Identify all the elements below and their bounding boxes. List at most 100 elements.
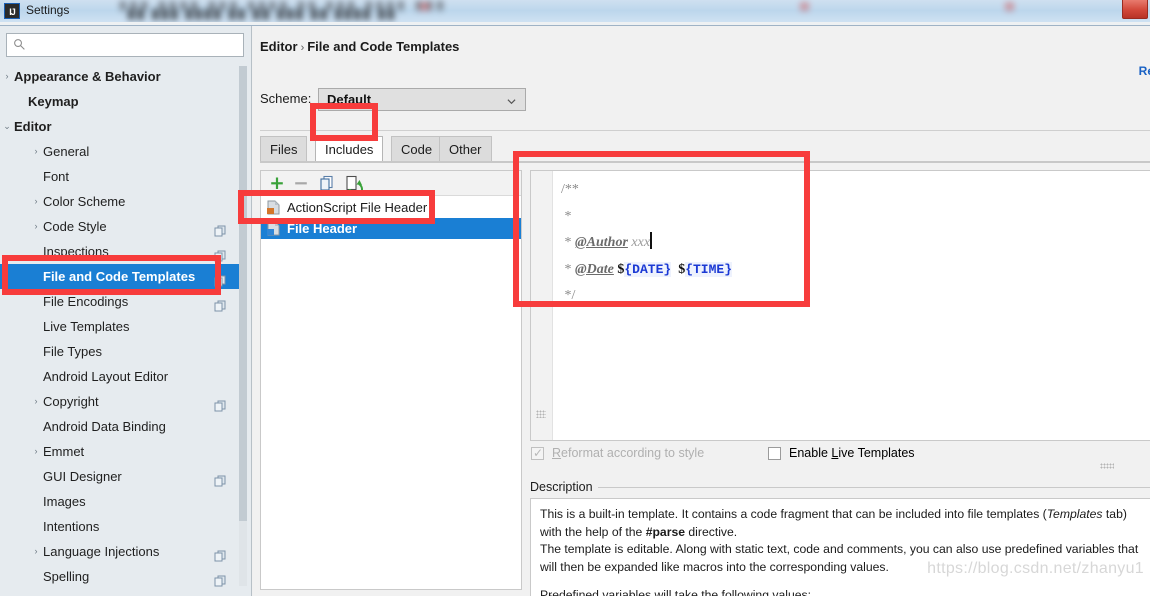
sidebar-item-general[interactable]: › General <box>0 139 240 164</box>
copy-icon[interactable] <box>214 220 226 237</box>
add-template-button[interactable] <box>267 174 287 193</box>
settings-tree: › Appearance & Behavior Keymap ⌄ Editor › Gene… <box>0 64 240 589</box>
sidebar-item-file-types[interactable]: File Types <box>0 339 240 364</box>
close-icon[interactable] <box>1122 0 1148 19</box>
sidebar-item-spelling[interactable]: Spelling <box>0 564 240 589</box>
copy-icon[interactable] <box>214 395 226 412</box>
copy-icon[interactable] <box>214 570 226 587</box>
sidebar-item-file-encodings[interactable]: File Encodings <box>0 289 240 314</box>
sidebar-item-label: Intentions <box>43 519 100 534</box>
settings-dialog: ███ ████ ███ ████ ██ ███ ████ ███ ██ ███… <box>0 0 1150 596</box>
code-token-tag: @Author <box>575 235 628 250</box>
chevron-down-icon[interactable]: ⌄ <box>1 114 13 139</box>
description-para1-a: This is a built-in template. It contains… <box>540 507 1047 521</box>
sidebar-item-label: Inspections <box>43 244 109 259</box>
code-token-macro: {DATE} <box>624 261 672 277</box>
sidebar-item-color-scheme[interactable]: › Color Scheme <box>0 189 240 214</box>
sidebar-item-file-and-code-templates[interactable]: File and Code Templates <box>0 264 240 289</box>
breadcrumb-separator: › <box>300 42 305 54</box>
reset-link[interactable]: Re <box>1139 64 1150 78</box>
sidebar-item-label: Appearance & Behavior <box>14 69 161 84</box>
tab-files[interactable]: Files <box>260 136 308 161</box>
sidebar-item-images[interactable]: Images <box>0 489 240 514</box>
chevron-down-icon <box>507 99 516 105</box>
sidebar-item-editor[interactable]: ⌄ Editor <box>0 114 240 139</box>
code-token-gray: * <box>561 208 572 224</box>
search-field[interactable] <box>6 33 244 57</box>
copy-icon[interactable] <box>214 295 226 312</box>
divider <box>260 130 1150 131</box>
sidebar-item-android-data-binding[interactable]: Android Data Binding <box>0 414 240 439</box>
copy-icon[interactable] <box>214 270 226 287</box>
tab-other[interactable]: Other <box>439 136 492 161</box>
scheme-dropdown[interactable]: Default <box>318 88 526 111</box>
list-item[interactable]: File Header <box>261 218 521 239</box>
copy-icon[interactable] <box>214 470 226 487</box>
sidebar-item-live-templates[interactable]: Live Templates <box>0 314 240 339</box>
sidebar-item-keymap[interactable]: Keymap <box>0 89 240 114</box>
sidebar-item-copyright[interactable]: › Copyright <box>0 389 240 414</box>
live-templates-checkbox[interactable] <box>768 447 781 460</box>
live-templates-label-post: ive Templates <box>838 446 915 460</box>
editor-resize-grip[interactable] <box>536 410 546 418</box>
sidebar-item-language-injections[interactable]: › Language Injections <box>0 539 240 564</box>
sidebar-item-label: Code Style <box>43 219 107 234</box>
breadcrumb: Editor › File and Code Templates <box>260 39 459 54</box>
editor-gutter <box>531 171 553 440</box>
splitter-grip[interactable] <box>1100 463 1114 469</box>
sidebar-item-android-layout-editor[interactable]: Android Layout Editor <box>0 364 240 389</box>
sidebar-item-label: Copyright <box>43 394 99 409</box>
description-rule <box>598 487 1150 488</box>
sidebar-item-inspections[interactable]: Inspections <box>0 239 240 264</box>
code-token-gray: */ <box>561 288 576 303</box>
reformat-checkbox[interactable]: ✓ <box>531 447 544 460</box>
editor-code-content[interactable]: /** * * @Author xxx * @Date ${DATE} ${TI… <box>561 177 1148 440</box>
list-item-label: ActionScript File Header <box>287 200 428 215</box>
sidebar-item-label: Live Templates <box>43 319 130 334</box>
chevron-right-icon[interactable]: › <box>30 439 42 464</box>
tab-includes[interactable]: Includes <box>315 136 384 161</box>
breadcrumb-root[interactable]: Editor <box>260 39 298 54</box>
sidebar-item-label: Spelling <box>43 569 90 584</box>
chevron-right-icon[interactable]: › <box>30 189 42 214</box>
sidebar-item-label: File and Code Templates <box>43 269 196 284</box>
sidebar-item-label: Font <box>43 169 70 184</box>
revert-icon[interactable] <box>343 174 363 197</box>
sidebar-item-code-style[interactable]: › Code Style <box>0 214 240 239</box>
chevron-right-icon[interactable]: › <box>30 214 42 239</box>
description-para1-c: directive. <box>685 524 738 539</box>
sidebar-item-label: Language Injections <box>43 544 160 559</box>
reformat-label-rest: eformat according to style <box>561 446 705 460</box>
chevron-right-icon[interactable]: › <box>30 389 42 414</box>
code-line: * <box>561 204 1148 231</box>
chevron-right-icon[interactable]: › <box>30 539 42 564</box>
copy-icon[interactable] <box>317 174 337 193</box>
sidebar-item-font[interactable]: Font <box>0 164 240 189</box>
sidebar-item-appearance-behavior[interactable]: › Appearance & Behavior <box>0 64 240 89</box>
search-icon <box>14 39 25 50</box>
code-line: /** <box>561 177 1148 204</box>
sidebar-item-intentions[interactable]: Intentions <box>0 514 240 539</box>
chevron-right-icon[interactable]: › <box>30 139 42 164</box>
code-line: * @Author xxx <box>561 230 1148 257</box>
search-input[interactable] <box>30 36 236 54</box>
template-file-icon <box>266 200 281 215</box>
list-item[interactable]: ActionScript File Header <box>261 197 521 218</box>
settings-sidebar: › Appearance & Behavior Keymap ⌄ Editor › Gene… <box>0 26 252 596</box>
sidebar-item-label: General <box>43 144 90 159</box>
tab-code[interactable]: Code <box>391 136 443 161</box>
sidebar-item-label: File Encodings <box>43 294 129 309</box>
sidebar-item-label: Android Data Binding <box>43 419 166 434</box>
copy-icon[interactable] <box>214 245 226 262</box>
template-code-editor[interactable]: /** * * @Author xxx * @Date ${DATE} ${TI… <box>530 170 1150 441</box>
live-templates-checkbox-label[interactable]: Enable Live Templates <box>789 446 915 460</box>
reformat-checkbox-label[interactable]: Reformat according to style <box>552 446 704 460</box>
sidebar-scrollbar-thumb[interactable] <box>239 66 247 521</box>
remove-template-button[interactable] <box>291 174 311 193</box>
chevron-right-icon[interactable]: › <box>1 64 13 89</box>
sidebar-item-emmet[interactable]: › Emmet <box>0 439 240 464</box>
scheme-value: Default <box>327 92 372 107</box>
code-line: * @Date ${DATE} ${TIME} <box>561 257 1148 284</box>
copy-icon[interactable] <box>214 545 226 562</box>
sidebar-item-gui-designer[interactable]: GUI Designer <box>0 464 240 489</box>
